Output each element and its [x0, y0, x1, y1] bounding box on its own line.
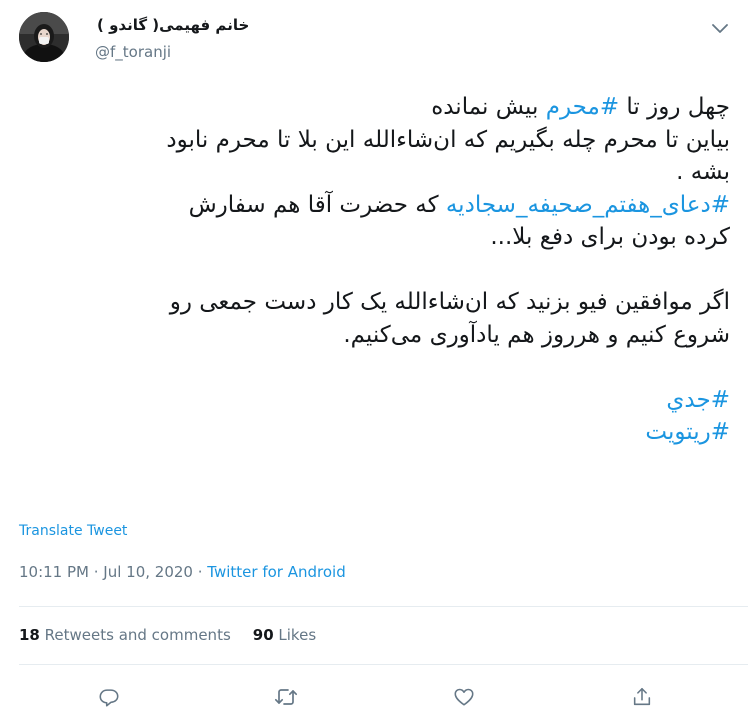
likes-count: 90 [252, 626, 274, 644]
hashtag-dua[interactable]: #دعای_هفتم_صحیفه_سجادیه [446, 192, 730, 218]
tweet-line-3: بشه . [676, 159, 730, 185]
chevron-down-icon[interactable] [707, 16, 733, 42]
tweet-date[interactable]: Jul 10, 2020 [103, 563, 193, 581]
tweet-line-7: شروع کنیم و هرروز هم یادآوری می‌کنیم. [343, 321, 730, 348]
hashtag-muharram[interactable]: #محرم [546, 94, 619, 120]
tweet-line-8: #جدي [10, 384, 730, 417]
translate-tweet-link[interactable]: Translate Tweet [19, 523, 127, 539]
tweet-time[interactable]: 10:11 PM [19, 563, 89, 581]
retweets-stat[interactable]: 18 Retweets and comments [19, 626, 231, 644]
display-name[interactable]: خانم فهیمی( گاندو ) [97, 16, 249, 34]
tweet-line-6: اگر موافقین فیو بزنید که ان‌شاءالله یک ک… [169, 289, 730, 315]
meta-separator: · [192, 563, 208, 581]
tweet-text: چهل روز تا #محرم بیش نمانده بیاین تا محر… [10, 91, 730, 449]
tweet-source[interactable]: Twitter for Android [207, 563, 345, 581]
share-icon[interactable] [625, 680, 659, 714]
tweet-line-2: بیاین تا محرم چله بگیریم که ان‌شاءالله ا… [166, 126, 730, 153]
avatar[interactable] [19, 12, 69, 62]
divider [19, 606, 748, 607]
divider [19, 664, 748, 665]
retweets-count: 18 [19, 626, 40, 644]
likes-label: Likes [273, 626, 317, 644]
tweet-line-4: #دعای_هفتم_صحیفه_سجادیه که حضرت آقا هم س… [10, 189, 730, 222]
hashtag-retweet[interactable]: #ریتویت [645, 419, 730, 445]
retweets-label: Retweets and comments [39, 626, 231, 644]
tweet-line-5: کرده بودن برای دفع بلا... [490, 224, 730, 250]
tweet-meta: 10:11 PM · Jul 10, 2020 · Twitter for An… [19, 563, 346, 581]
tweet-text-span: چهل روز تا [619, 94, 730, 120]
likes-stat[interactable]: 90 Likes [253, 626, 316, 644]
avatar-image [19, 12, 69, 62]
tweet-text-span: بیش نمانده [431, 94, 546, 120]
tweet-line-9: #ریتویت [10, 416, 730, 449]
like-icon[interactable] [447, 680, 481, 714]
tweet-stats: 18 Retweets and comments 90 Likes [19, 626, 338, 644]
tweet-line-1: چهل روز تا #محرم بیش نمانده [10, 91, 730, 124]
tweet-text-span: که حضرت آقا هم سفارش [188, 191, 446, 218]
meta-separator: · [88, 563, 104, 581]
hashtag-jeddi[interactable]: #جدي [666, 387, 730, 413]
retweet-icon[interactable] [269, 680, 303, 714]
user-handle[interactable]: @f_toranji [95, 43, 171, 61]
reply-icon[interactable] [92, 680, 126, 714]
